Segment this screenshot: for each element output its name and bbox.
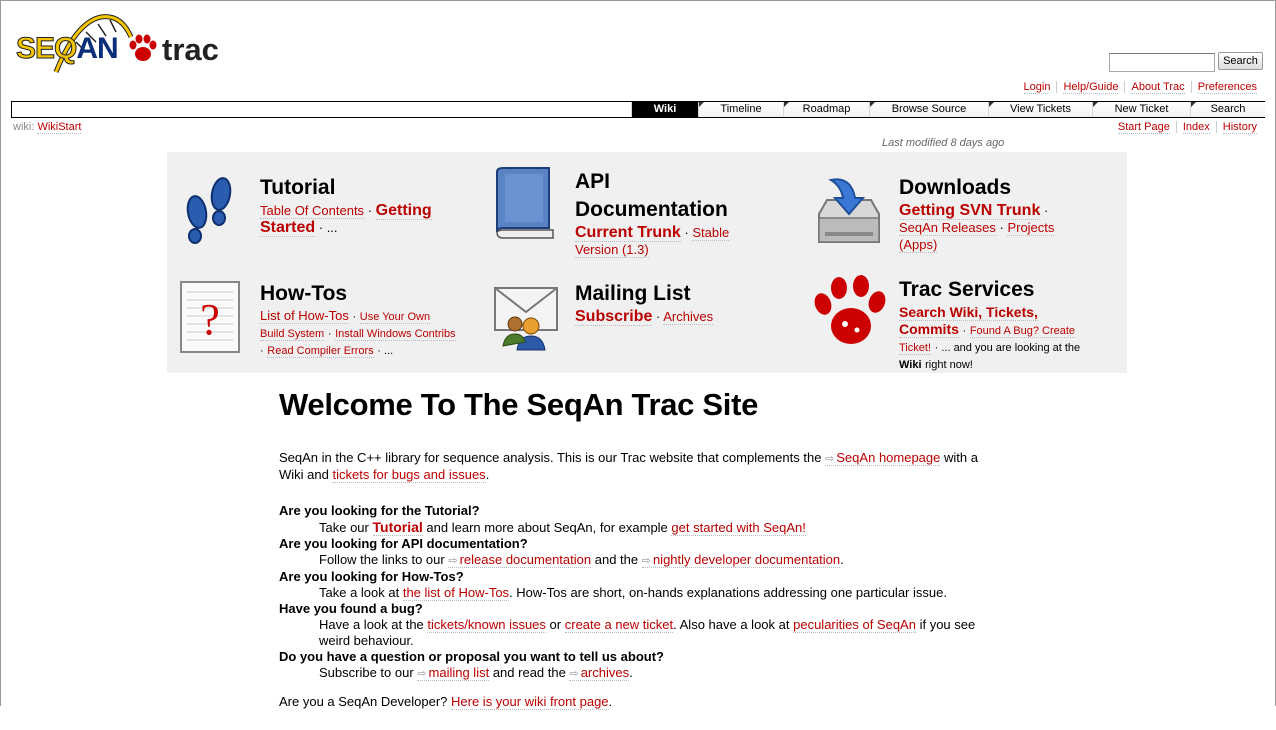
faq-question: Have you found a bug? [279, 601, 423, 616]
developer-front-page-link[interactable]: Here is your wiki front page [451, 694, 609, 710]
current-trunk-link[interactable]: Current Trunk [575, 224, 681, 242]
paw-logo-icon [129, 34, 157, 61]
pecularities-link[interactable]: pecularities of SeqAn [793, 617, 916, 633]
mail-envelope-icon [494, 287, 558, 351]
tutorial-heading: Tutorial [260, 176, 336, 199]
getting-svn-trunk-link[interactable]: Getting SVN Trunk [899, 202, 1041, 220]
login-link[interactable]: Login [1023, 81, 1051, 94]
portal-panel: Tutorial Table Of Contents · Getting Star… [167, 152, 1127, 373]
release-documentation-link[interactable]: release documentation [448, 552, 592, 568]
download-drive-icon [818, 178, 880, 243]
create-new-ticket-link[interactable]: create a new ticket [564, 617, 674, 633]
tickets-bugs-issues-link[interactable]: tickets for bugs and issues [332, 467, 486, 483]
trac-services-heading: Trac Services [899, 278, 1035, 301]
page-title: Welcome To The SeqAn Trac Site [279, 387, 759, 422]
search-input[interactable] [1109, 53, 1215, 72]
list-of-howtos-main-link[interactable]: the list of How-Tos [402, 585, 510, 601]
breadcrumb-prefix: wiki: [13, 121, 35, 133]
faq-answer: Have a look at the tickets/known issues … [319, 617, 976, 648]
seqan-homepage-link[interactable]: SeqAn homepage [825, 450, 941, 466]
about-trac-link[interactable]: About Trac [1131, 81, 1185, 94]
list-of-howtos-link[interactable]: List of How-Tos [260, 308, 349, 324]
nightly-documentation-link[interactable]: nightly developer documentation [641, 552, 841, 568]
svg-text:?: ? [200, 295, 220, 344]
logo-seqan-text: SEQAN [15, 32, 118, 66]
paw-print-icon [814, 275, 886, 344]
wiki-content: Welcome To The SeqAn Trac Site SeqAn in … [279, 384, 999, 730]
get-started-link[interactable]: get started with SeqAn! [671, 520, 806, 536]
breadcrumb-wikistart-link[interactable]: WikiStart [37, 121, 82, 134]
footprints-icon [186, 177, 232, 244]
api-section: API Documentation Current Trunk · Stable… [575, 168, 795, 258]
subscribe-link[interactable]: Subscribe [575, 308, 653, 326]
meta-navigation: Login Help/Guide About Trac Preferences [1018, 81, 1263, 94]
faq-answer: Subscribe to our mailing list and read t… [319, 665, 999, 682]
mailing-list-heading: Mailing List [575, 282, 691, 305]
faq-answer: Follow the links to our release document… [319, 552, 999, 569]
tickets-known-issues-link[interactable]: tickets/known issues [427, 617, 546, 633]
faq-question: Are you looking for API documentation? [279, 536, 528, 551]
logo-trac-text: trac [162, 32, 219, 67]
faq-question: Do you have a question or proposal you w… [279, 649, 664, 664]
help-document-icon: ? [180, 281, 240, 353]
preferences-link[interactable]: Preferences [1197, 81, 1257, 94]
mailing-list-section: Mailing List Subscribe · Archives [575, 280, 775, 326]
tab-view-tickets[interactable]: View Tickets [988, 102, 1092, 117]
history-link[interactable]: History [1222, 121, 1257, 134]
howtos-heading: How-Tos [260, 282, 348, 305]
install-windows-contribs-link[interactable]: Install Windows Contribs [335, 328, 456, 341]
tutorial-section: Tutorial Table Of Contents · Getting Star… [260, 174, 480, 237]
downloads-section: Downloads Getting SVN Trunk · SeqAn Rele… [899, 174, 1099, 253]
tutorial-link[interactable]: Tutorial [372, 519, 423, 536]
context-navigation: Start Page Index History [1112, 121, 1263, 134]
faq-question: Are you looking for the Tutorial? [279, 503, 480, 518]
faq-answer: Take a look at the list of How-Tos. How-… [319, 585, 947, 601]
faq-answer: Take our Tutorial and learn more about S… [319, 519, 806, 536]
archives-link[interactable]: Archives [663, 309, 714, 325]
faq-question: Are you looking for How-Tos? [279, 569, 464, 584]
breadcrumb: wiki: WikiStart [13, 121, 82, 134]
mailing-list-link[interactable]: mailing list [417, 665, 490, 681]
faq-list: Are you looking for the Tutorial? Take o… [279, 503, 999, 682]
downloads-heading: Downloads [899, 176, 1012, 199]
howtos-section: How-Tos List of How-Tos · Use Your Own Bu… [260, 280, 475, 359]
table-of-contents-link[interactable]: Table Of Contents [260, 203, 365, 219]
last-modified: Last modified 8 days ago [882, 137, 1005, 149]
archives-main-link[interactable]: archives [569, 665, 630, 681]
start-page-link[interactable]: Start Page [1117, 121, 1170, 134]
tab-browse-source[interactable]: Browse Source [869, 102, 988, 117]
intro-paragraph: SeqAn in the C++ library for sequence an… [279, 450, 999, 483]
help-guide-link[interactable]: Help/Guide [1063, 81, 1119, 94]
api-heading-line2: Documentation [575, 198, 728, 221]
tab-new-ticket[interactable]: New Ticket [1092, 102, 1190, 117]
tab-search[interactable]: Search [1190, 102, 1265, 117]
seqan-releases-link[interactable]: SeqAn Releases [899, 220, 996, 236]
search-button[interactable]: Search [1218, 52, 1263, 70]
api-heading-line1: API [575, 170, 611, 193]
site-logo[interactable]: SEQAN trac [15, 12, 231, 84]
book-icon [496, 167, 554, 239]
main-navigation: Wiki Timeline Roadmap Browse Source View… [11, 101, 1265, 118]
trac-services-section: Trac Services Search Wiki, Tickets, Commi… [899, 276, 1109, 373]
developer-paragraph: Are you a SeqAn Developer? Here is your … [279, 694, 613, 710]
index-link[interactable]: Index [1182, 121, 1210, 134]
tab-timeline[interactable]: Timeline [698, 102, 783, 117]
read-compiler-errors-link[interactable]: Read Compiler Errors [267, 345, 374, 358]
tab-roadmap[interactable]: Roadmap [783, 102, 869, 117]
tab-wiki[interactable]: Wiki [631, 102, 698, 117]
